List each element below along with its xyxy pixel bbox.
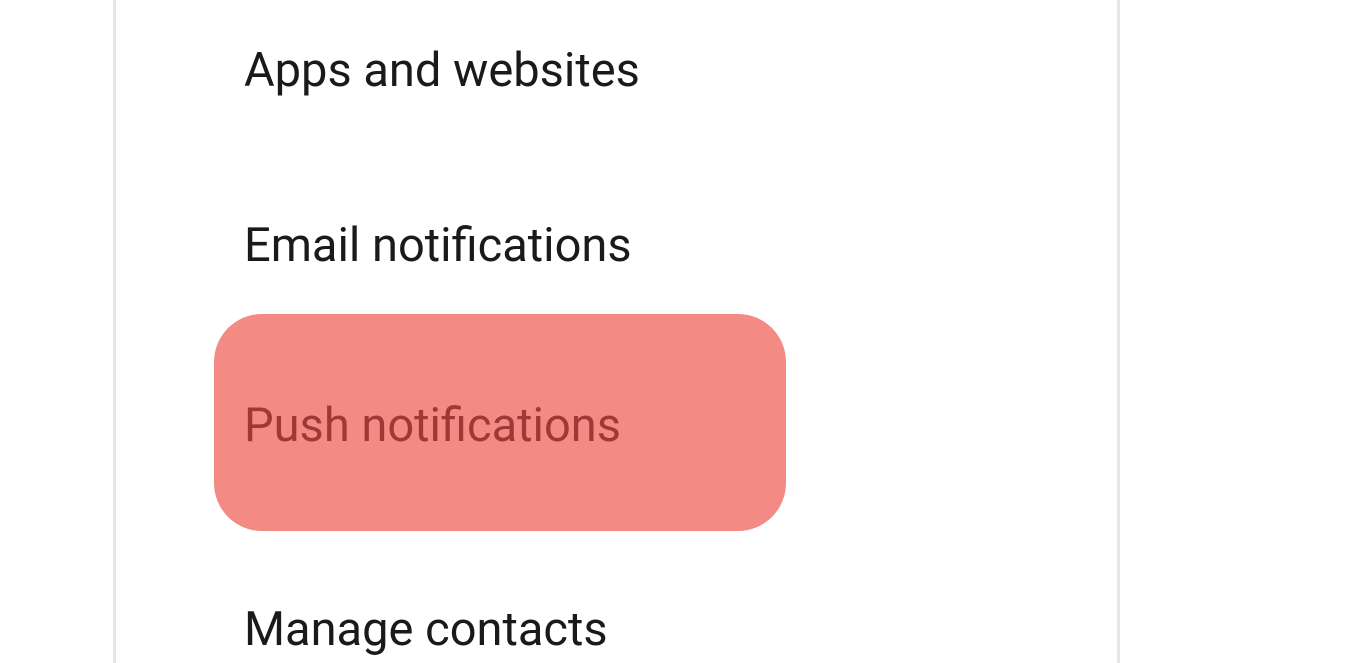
menu-item-manage-contacts[interactable]: Manage contacts xyxy=(244,602,608,658)
menu-item-push-notifications[interactable]: Push notifications xyxy=(244,398,621,454)
menu-item-apps-and-websites[interactable]: Apps and websites xyxy=(244,43,640,99)
settings-sidebar-panel: Apps and websites Email notifications Pu… xyxy=(113,0,1120,663)
menu-item-email-notifications[interactable]: Email notifications xyxy=(244,218,632,274)
